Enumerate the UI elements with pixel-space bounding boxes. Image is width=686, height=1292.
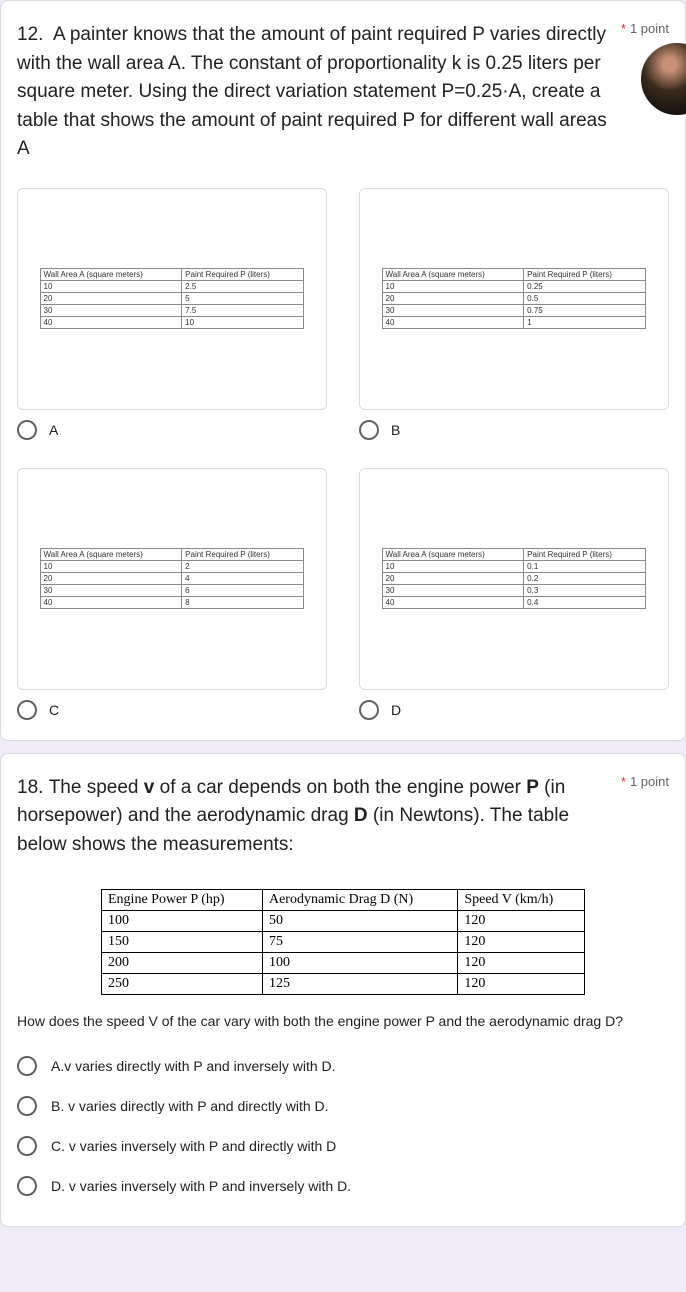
question-text: 18. The speed v of a car depends on both… [17, 774, 621, 860]
radio-icon[interactable] [17, 700, 37, 720]
option-a-wrap: Wall Area A (square meters)Paint Require… [17, 188, 327, 440]
option-d-table: Wall Area A (square meters)Paint Require… [382, 548, 647, 609]
option-b-row[interactable]: B. v varies directly with P and directly… [17, 1086, 669, 1126]
question-18-card: 18. The speed v of a car depends on both… [0, 753, 686, 1228]
radio-icon[interactable] [359, 700, 379, 720]
option-c-table: Wall Area A (square meters)Paint Require… [40, 548, 305, 609]
q18-data-table: Engine Power P (hp) Aerodynamic Drag D (… [101, 889, 585, 995]
question-number: 12. [17, 24, 43, 45]
question-header: 12. A painter knows that the amount of p… [17, 21, 669, 164]
option-d-row[interactable]: D. v varies inversely with P and inverse… [17, 1166, 669, 1206]
option-d-wrap: Wall Area A (square meters)Paint Require… [359, 468, 669, 720]
option-c-row[interactable]: C. v varies inversely with P and directl… [17, 1126, 669, 1166]
option-a-image[interactable]: Wall Area A (square meters)Paint Require… [17, 188, 327, 410]
option-c-label: C [49, 702, 59, 718]
option-b-label: B [391, 422, 400, 438]
option-d-label: D [391, 702, 401, 718]
radio-icon[interactable] [17, 420, 37, 440]
option-a-text: A.v varies directly with P and inversely… [51, 1058, 336, 1074]
option-b-text: B. v varies directly with P and directly… [51, 1098, 329, 1114]
option-b-wrap: Wall Area A (square meters)Paint Require… [359, 188, 669, 440]
radio-icon[interactable] [17, 1096, 37, 1116]
option-d-text: D. v varies inversely with P and inverse… [51, 1178, 351, 1194]
options-grid: Wall Area A (square meters)Paint Require… [17, 188, 669, 720]
question-number: 18. [17, 777, 43, 798]
q18-table-wrap: Engine Power P (hp) Aerodynamic Drag D (… [17, 889, 669, 995]
required-icon: * [621, 774, 626, 789]
option-d-radio-row[interactable]: D [359, 700, 669, 720]
option-a-row[interactable]: A.v varies directly with P and inversely… [17, 1046, 669, 1086]
question-header: 18. The speed v of a car depends on both… [17, 774, 669, 860]
points-label: *1 point [621, 774, 669, 789]
radio-icon[interactable] [17, 1056, 37, 1076]
option-d-image[interactable]: Wall Area A (square meters)Paint Require… [359, 468, 669, 690]
option-c-text: C. v varies inversely with P and directl… [51, 1138, 336, 1154]
option-a-radio-row[interactable]: A [17, 420, 327, 440]
question-12-card: 12. A painter knows that the amount of p… [0, 0, 686, 741]
points-label: *1 point [621, 21, 669, 36]
option-a-label: A [49, 422, 58, 438]
question-text: 12. A painter knows that the amount of p… [17, 21, 621, 164]
option-a-table: Wall Area A (square meters)Paint Require… [40, 268, 305, 329]
option-b-image[interactable]: Wall Area A (square meters)Paint Require… [359, 188, 669, 410]
question-body: A painter knows that the amount of paint… [17, 24, 607, 159]
required-icon: * [621, 21, 626, 36]
option-c-radio-row[interactable]: C [17, 700, 327, 720]
option-c-image[interactable]: Wall Area A (square meters)Paint Require… [17, 468, 327, 690]
q18-options: A.v varies directly with P and inversely… [17, 1046, 669, 1206]
option-c-wrap: Wall Area A (square meters)Paint Require… [17, 468, 327, 720]
option-b-table: Wall Area A (square meters)Paint Require… [382, 268, 647, 329]
radio-icon[interactable] [359, 420, 379, 440]
radio-icon[interactable] [17, 1136, 37, 1156]
sub-question-text: How does the speed V of the car vary wit… [17, 1011, 669, 1032]
radio-icon[interactable] [17, 1176, 37, 1196]
option-b-radio-row[interactable]: B [359, 420, 669, 440]
